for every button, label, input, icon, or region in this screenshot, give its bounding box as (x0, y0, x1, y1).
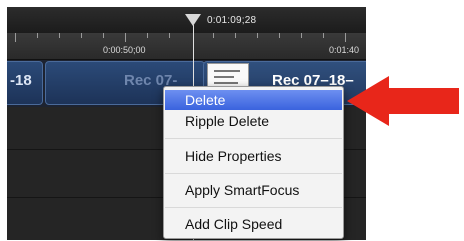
menu-item-apply-smartfocus[interactable]: Apply SmartFocus (165, 180, 342, 200)
menu-item-add-clip-speed[interactable]: Add Clip Speed (165, 214, 342, 234)
ruler-tick (103, 33, 104, 38)
ruler-tick (301, 33, 302, 38)
clip-label: -18 (10, 72, 32, 89)
ruler-tick (37, 33, 38, 38)
menu-separator (165, 207, 342, 208)
ruler-tick (257, 33, 258, 38)
ruler-tick (169, 33, 170, 38)
ruler-tick (81, 33, 82, 38)
menu-item-hide-properties[interactable]: Hide Properties (165, 146, 342, 166)
ruler-tick (235, 33, 236, 38)
ruler-tick (213, 33, 214, 38)
timeline-header: 0:01:09;28 (7, 7, 366, 33)
ruler-tick (15, 33, 16, 42)
playhead-time: 0:01:09;28 (207, 15, 257, 26)
ruler-tick (345, 33, 346, 42)
menu-separator (165, 173, 342, 174)
ruler-tick (125, 33, 126, 42)
timeline-clip[interactable]: -18 (7, 61, 43, 105)
menu-item-delete[interactable]: Delete (165, 90, 342, 110)
menu-item-ripple-delete[interactable]: Ripple Delete (165, 111, 342, 131)
red-pointer-arrow-icon (347, 76, 459, 126)
ruler-tick (59, 33, 60, 38)
ruler-label: 0:01:40 (329, 45, 360, 55)
ruler-tick (279, 33, 280, 38)
ruler-tick (323, 33, 324, 38)
ruler-label: 0:00:50;00 (103, 45, 146, 55)
menu-separator (165, 138, 342, 139)
context-menu: Delete Ripple Delete Hide Properties App… (163, 86, 344, 239)
timeline-ruler[interactable]: 0:00:50;00 0:01:40 (7, 33, 366, 60)
ruler-tick (147, 33, 148, 38)
